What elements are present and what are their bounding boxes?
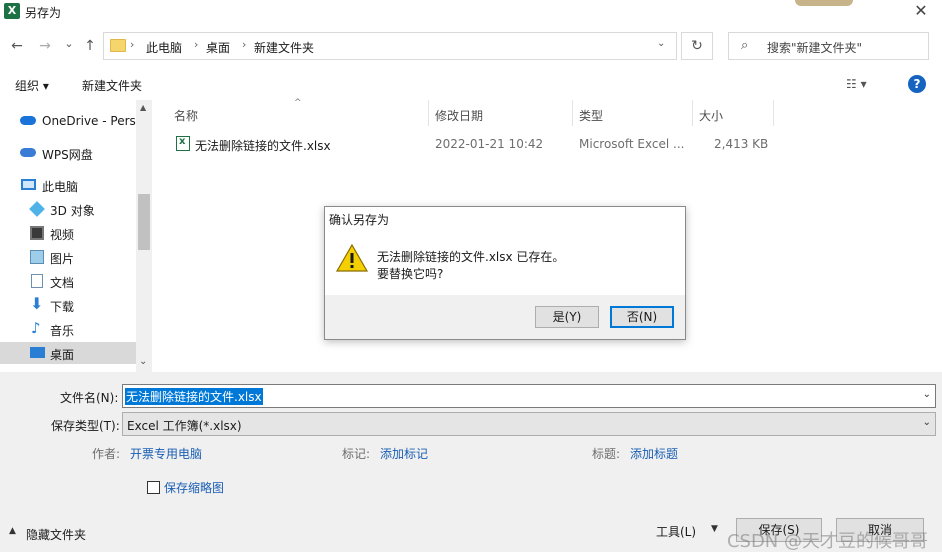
sidebar-item-music[interactable]: ♪ 音乐 (0, 318, 136, 340)
filename-label: 文件名(N): (60, 391, 119, 405)
folder-icon (110, 39, 126, 52)
search-placeholder: 搜索"新建文件夹" (767, 41, 863, 55)
document-icon (31, 274, 43, 288)
up-arrow-icon[interactable]: ↑ (79, 35, 101, 57)
sidebar-item-desktop[interactable]: 桌面 (0, 342, 136, 364)
recent-locations-icon[interactable]: ⌄ (58, 33, 80, 55)
column-header-name[interactable]: 名称 (170, 100, 428, 126)
sidebar-item-label: 文档 (50, 276, 75, 290)
warning-icon (335, 243, 369, 272)
breadcrumb-separator: › (130, 38, 135, 51)
address-bar[interactable]: › 此电脑 › 桌面 › 新建文件夹 ⌄ (103, 32, 677, 60)
back-arrow-icon[interactable]: ← (6, 35, 28, 57)
breadcrumb-desktop[interactable]: 桌面 (206, 39, 230, 56)
sidebar-item-this-pc[interactable]: 此电脑 (0, 174, 136, 196)
file-modified: 2022-01-21 10:42 (435, 137, 544, 151)
close-icon[interactable]: ✕ (906, 0, 936, 24)
music-note-icon: ♪ (31, 319, 41, 337)
author-field[interactable]: 开票专用电脑 (130, 445, 202, 462)
excel-file-icon (176, 136, 190, 151)
computer-icon (21, 179, 36, 190)
picture-icon (30, 250, 44, 264)
sidebar-item-label: 桌面 (50, 348, 75, 362)
collapse-arrow-icon[interactable]: ▲ (9, 526, 16, 536)
file-size: 2,413 KB (714, 137, 769, 151)
breadcrumb-new-folder[interactable]: 新建文件夹 (254, 39, 314, 56)
scroll-thumb[interactable] (138, 194, 150, 250)
sidebar-item-label: 音乐 (50, 324, 75, 338)
search-input[interactable]: ⌕ 搜索"新建文件夹" (728, 32, 929, 60)
view-options-icon[interactable]: ☷ ▾ (846, 77, 867, 91)
sidebar-item-label: 视频 (50, 228, 75, 242)
sidebar-item-pictures[interactable]: 图片 (0, 246, 136, 268)
forward-arrow-icon[interactable]: → (34, 35, 56, 57)
yes-button[interactable]: 是(Y) (535, 306, 599, 328)
wps-cloud-icon (20, 148, 36, 157)
refresh-icon[interactable]: ↻ (681, 32, 713, 60)
sidebar-item-onedrive[interactable]: OneDrive - Perso (0, 110, 143, 132)
sidebar-item-label: 下载 (50, 300, 75, 314)
column-header-size[interactable]: 大小 (693, 100, 773, 126)
no-button[interactable]: 否(N) (610, 306, 674, 328)
desktop-icon (30, 347, 45, 358)
filename-input[interactable]: 无法删除链接的文件.xlsx ⌄ (122, 384, 936, 408)
dialog-message-line1: 无法删除链接的文件.xlsx 已存在。 (377, 250, 565, 264)
chevron-down-icon[interactable]: ⌄ (923, 389, 931, 400)
thumbnail-checkbox[interactable] (147, 481, 160, 494)
excel-app-icon: X (4, 3, 20, 19)
savetype-value: Excel 工作簿(*.xlsx) (127, 419, 242, 433)
title-label: 标题: (592, 447, 621, 461)
breadcrumb-separator: › (194, 38, 199, 51)
breadcrumb-separator: › (242, 38, 247, 51)
sidebar-item-3d-objects[interactable]: 3D 对象 (0, 198, 136, 220)
savetype-select[interactable]: Excel 工作簿(*.xlsx) ⌄ (122, 412, 936, 436)
tools-menu[interactable]: 工具(L) (656, 523, 696, 540)
sidebar-item-label: WPS网盘 (42, 148, 93, 162)
dialog-message-line2: 要替换它吗? (377, 267, 444, 281)
chevron-down-icon[interactable]: ⌄ (923, 417, 931, 428)
window-title: 另存为 (25, 6, 62, 20)
column-header-type[interactable]: 类型 (573, 100, 692, 126)
file-type: Microsoft Excel ... (579, 137, 685, 151)
hide-folders-toggle[interactable]: 隐藏文件夹 (26, 526, 86, 543)
download-arrow-icon: ⬇ (30, 294, 44, 313)
sidebar-item-videos[interactable]: 视频 (0, 222, 136, 244)
dialog-title: 确认另存为 (329, 213, 390, 227)
sidebar-item-label: 3D 对象 (50, 204, 95, 218)
column-header-modified[interactable]: 修改日期 (429, 100, 572, 126)
tags-label: 标记: (342, 447, 371, 461)
watermark: CSDN @天才豆的候哥哥 (726, 531, 928, 552)
confirm-save-dialog: 确认另存为 无法删除链接的文件.xlsx 已存在。 要替换它吗? 是(Y) 否(… (324, 206, 686, 340)
cloud-icon (20, 116, 36, 125)
thumbnail-label[interactable]: 保存缩略图 (164, 479, 224, 496)
file-name: 无法删除链接的文件.xlsx (195, 139, 331, 153)
organize-menu[interactable]: 组织 ▾ (15, 77, 49, 94)
column-divider[interactable] (773, 100, 774, 126)
breadcrumb-this-pc[interactable]: 此电脑 (146, 39, 182, 56)
author-label: 作者: (92, 447, 121, 461)
title-field[interactable]: 添加标题 (630, 445, 678, 462)
sidebar-item-label: 图片 (50, 252, 75, 266)
sidebar-item-downloads[interactable]: ⬇ 下载 (0, 294, 136, 316)
sidebar-item-label: 此电脑 (42, 180, 79, 194)
background-strip (795, 0, 853, 6)
dialog-footer: 是(Y) 否(N) (325, 295, 685, 339)
filename-value: 无法删除链接的文件.xlsx (125, 388, 263, 405)
chevron-down-icon[interactable]: ⌄ (657, 38, 665, 49)
sidebar-item-label: OneDrive - Perso (42, 114, 144, 128)
tags-field[interactable]: 添加标记 (380, 445, 428, 462)
sidebar-item-documents[interactable]: 文档 (0, 270, 136, 292)
help-icon[interactable]: ? (908, 75, 926, 93)
scroll-up-icon[interactable]: ▲ (140, 103, 146, 112)
sidebar-item-wps[interactable]: WPS网盘 (0, 142, 136, 164)
cube-icon (29, 201, 45, 217)
search-icon: ⌕ (741, 38, 749, 53)
new-folder-button[interactable]: 新建文件夹 (82, 77, 142, 94)
film-icon (30, 226, 44, 240)
file-row[interactable]: 无法删除链接的文件.xlsx 2022-01-21 10:42 Microsof… (170, 132, 770, 156)
chevron-down-icon[interactable]: ▼ (711, 524, 718, 534)
savetype-label: 保存类型(T): (51, 419, 120, 433)
scroll-down-icon[interactable]: ⌄ (139, 356, 147, 367)
